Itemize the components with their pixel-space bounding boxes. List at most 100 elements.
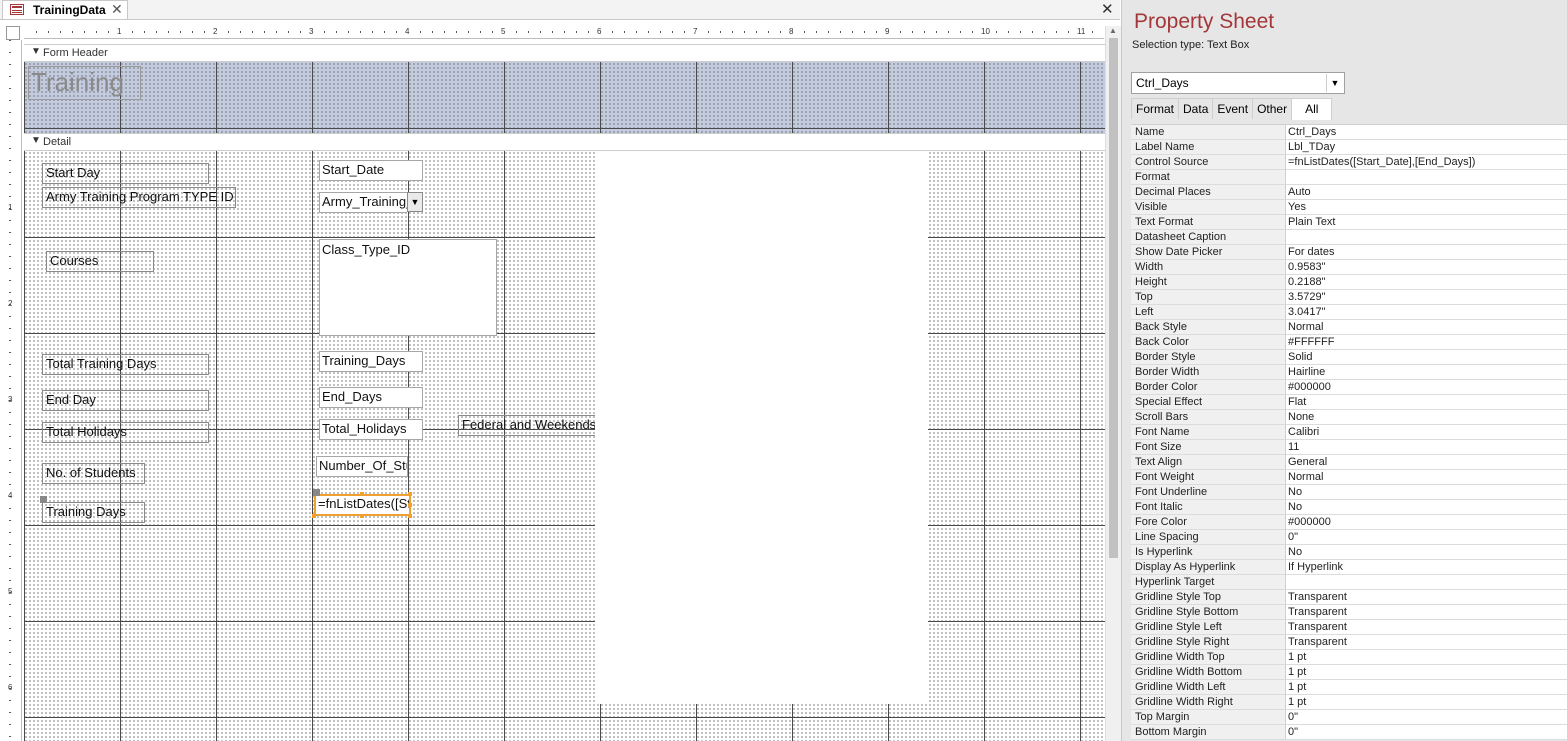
property-row[interactable]: Fore Color #000000 — [1131, 515, 1567, 530]
property-value[interactable]: Auto — [1286, 185, 1567, 200]
property-value[interactable]: Calibri — [1286, 425, 1567, 440]
property-value[interactable]: None — [1286, 410, 1567, 425]
property-row[interactable]: Gridline Style Right Transparent — [1131, 635, 1567, 650]
resize-handle-bottom[interactable] — [360, 514, 364, 518]
detail-grid[interactable] — [24, 151, 1105, 741]
property-value[interactable]: #000000 — [1286, 380, 1567, 395]
textbox-start-date[interactable]: Start_Date — [319, 160, 423, 181]
property-row[interactable]: Visible Yes — [1131, 200, 1567, 215]
property-row[interactable]: Font Italic No — [1131, 500, 1567, 515]
property-value[interactable]: 0" — [1286, 530, 1567, 545]
property-value[interactable]: 0" — [1286, 710, 1567, 725]
property-row[interactable]: Width 0.9583" — [1131, 260, 1567, 275]
tab-data[interactable]: Data — [1178, 98, 1214, 119]
property-value[interactable]: Plain Text — [1286, 215, 1567, 230]
scrollbar-thumb[interactable] — [1109, 38, 1118, 558]
resize-handle-right[interactable] — [408, 503, 412, 507]
label-no-of-students[interactable]: No. of Students — [42, 463, 145, 484]
vertical-ruler[interactable]: 1 2 3 4 5 6 — [0, 40, 22, 741]
label-training-days[interactable]: Training Days — [42, 502, 145, 523]
property-value[interactable]: 3.5729" — [1286, 290, 1567, 305]
property-value[interactable]: Transparent — [1286, 590, 1567, 605]
property-row[interactable]: Font Underline No — [1131, 485, 1567, 500]
form-title-label[interactable]: Training — [28, 66, 141, 100]
property-value[interactable]: No — [1286, 545, 1567, 560]
property-value[interactable]: Flat — [1286, 395, 1567, 410]
property-row[interactable]: Gridline Style Bottom Transparent — [1131, 605, 1567, 620]
property-value[interactable]: Normal — [1286, 320, 1567, 335]
property-value[interactable] — [1286, 170, 1567, 185]
property-value[interactable]: 1 pt — [1286, 680, 1567, 695]
tab-event[interactable]: Event — [1212, 98, 1254, 119]
property-value[interactable]: No — [1286, 485, 1567, 500]
property-row[interactable]: Bottom Margin 0" — [1131, 725, 1567, 740]
property-value[interactable]: 1 pt — [1286, 650, 1567, 665]
property-value[interactable]: Normal — [1286, 470, 1567, 485]
horizontal-ruler[interactable]: 1 2 3 4 5 6 7 8 9 10 11 — [24, 26, 1104, 39]
property-row[interactable]: Top Margin 0" — [1131, 710, 1567, 725]
property-value[interactable]: #FFFFFF — [1286, 335, 1567, 350]
property-row[interactable]: Gridline Width Right 1 pt — [1131, 695, 1567, 710]
form-header-section-bar[interactable]: ▼ Form Header — [24, 44, 1105, 62]
property-row[interactable]: Show Date Picker For dates — [1131, 245, 1567, 260]
property-row[interactable]: Gridline Width Left 1 pt — [1131, 680, 1567, 695]
textbox-number-of-students[interactable]: Number_Of_Students — [316, 456, 408, 477]
textbox-ctrl-days-selected[interactable]: =fnListDates([Start_Date],[End_Days]) — [314, 494, 411, 516]
property-value[interactable]: Hairline — [1286, 365, 1567, 380]
property-value[interactable]: Lbl_TDay — [1286, 140, 1567, 155]
property-value[interactable]: 11 — [1286, 440, 1567, 455]
property-row[interactable]: Gridline Style Left Transparent — [1131, 620, 1567, 635]
property-value[interactable]: 1 pt — [1286, 665, 1567, 680]
property-value[interactable]: Solid — [1286, 350, 1567, 365]
property-value[interactable]: No — [1286, 500, 1567, 515]
property-value[interactable]: Transparent — [1286, 605, 1567, 620]
property-row[interactable]: Scroll Bars None — [1131, 410, 1567, 425]
property-row[interactable]: Format — [1131, 170, 1567, 185]
property-row[interactable]: Height 0.2188" — [1131, 275, 1567, 290]
property-row[interactable]: Label Name Lbl_TDay — [1131, 140, 1567, 155]
vertical-scrollbar[interactable]: ▲ — [1105, 26, 1121, 741]
property-row[interactable]: Font Weight Normal — [1131, 470, 1567, 485]
textbox-total-holidays[interactable]: Total_Holidays — [319, 419, 423, 440]
property-row[interactable]: Gridline Style Top Transparent — [1131, 590, 1567, 605]
property-row[interactable]: Border Width Hairline — [1131, 365, 1567, 380]
label-move-handle[interactable] — [40, 496, 47, 503]
form-header-grid[interactable] — [24, 62, 1105, 133]
ruler-corner-selector[interactable] — [6, 26, 20, 40]
document-tab-trainingdata[interactable]: TrainingData ✕ — [2, 0, 128, 19]
property-row[interactable]: Display As Hyperlink If Hyperlink — [1131, 560, 1567, 575]
textbox-end-days[interactable]: End_Days — [319, 387, 423, 408]
listbox-class-type-id[interactable]: Class_Type_ID — [319, 239, 497, 336]
label-end-day[interactable]: End Day — [42, 390, 209, 411]
property-row[interactable]: Datasheet Caption — [1131, 230, 1567, 245]
property-row[interactable]: Decimal Places Auto — [1131, 185, 1567, 200]
property-row[interactable]: Text Align General — [1131, 455, 1567, 470]
resize-handle-top[interactable] — [360, 492, 364, 496]
resize-handle-bottom-left[interactable] — [312, 514, 316, 518]
property-value[interactable]: 0" — [1286, 725, 1567, 740]
property-row[interactable]: Font Name Calibri — [1131, 425, 1567, 440]
property-value[interactable]: #000000 — [1286, 515, 1567, 530]
property-value[interactable]: 1 pt — [1286, 695, 1567, 710]
property-row[interactable]: Top 3.5729" — [1131, 290, 1567, 305]
property-row[interactable]: Gridline Width Bottom 1 pt — [1131, 665, 1567, 680]
tab-all[interactable]: All — [1291, 98, 1333, 120]
property-value[interactable]: If Hyperlink — [1286, 560, 1567, 575]
close-tab-icon[interactable]: ✕ — [111, 1, 123, 18]
property-value[interactable]: Transparent — [1286, 620, 1567, 635]
property-value[interactable]: Ctrl_Days — [1286, 125, 1567, 140]
resize-handle-bottom-right[interactable] — [408, 514, 412, 518]
property-row[interactable]: Border Style Solid — [1131, 350, 1567, 365]
property-row[interactable]: Font Size 11 — [1131, 440, 1567, 455]
label-army-training-program[interactable]: Army Training Program TYPE ID — [42, 187, 236, 208]
detail-section-bar[interactable]: ▼ Detail — [24, 133, 1105, 151]
property-row[interactable]: Border Color #000000 — [1131, 380, 1567, 395]
property-value[interactable]: Transparent — [1286, 635, 1567, 650]
tab-format[interactable]: Format — [1131, 98, 1180, 119]
close-document-icon[interactable]: ✕ — [1101, 0, 1114, 18]
property-row[interactable]: Name Ctrl_Days — [1131, 125, 1567, 140]
resize-handle-top-right[interactable] — [408, 492, 412, 496]
property-value[interactable]: 3.0417" — [1286, 305, 1567, 320]
property-row[interactable]: Gridline Width Top 1 pt — [1131, 650, 1567, 665]
property-value[interactable]: Yes — [1286, 200, 1567, 215]
